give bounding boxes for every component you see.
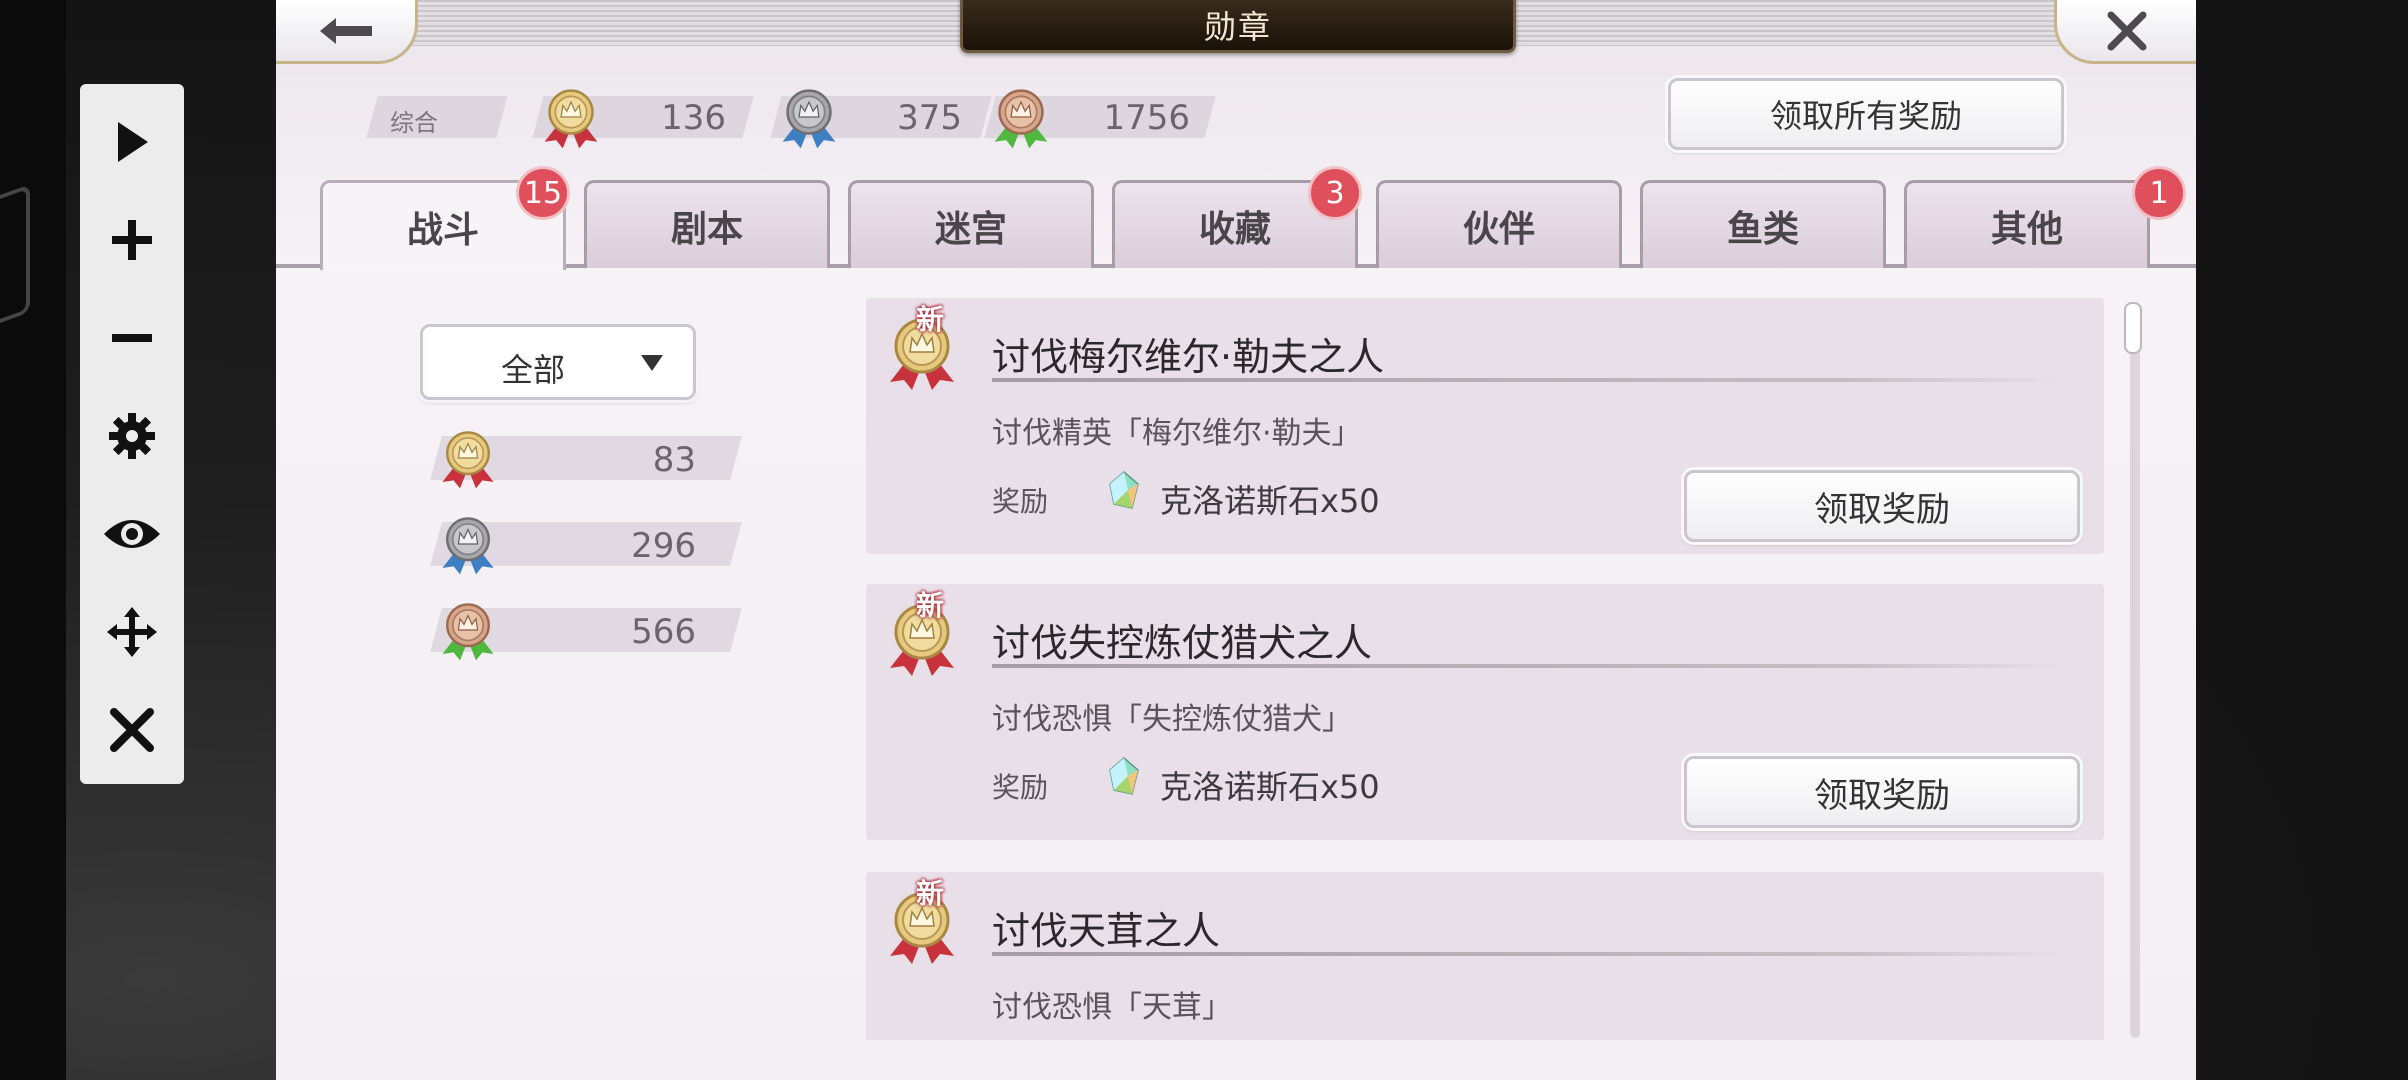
medal-list[interactable]: 新 讨伐梅尔维尔·勒夫之人 讨伐精英「梅尔维尔·勒夫」 奖励 克洛诺斯石x50 … — [856, 292, 2136, 1040]
new-tag: 新 — [916, 303, 945, 336]
caret-down-icon — [641, 355, 663, 371]
overlay-toolbar — [80, 84, 184, 784]
gold-medal-icon — [436, 426, 500, 490]
bronze-medal-icon — [436, 598, 500, 662]
tab-story[interactable]: 剧本 — [584, 180, 830, 268]
reward-text: 克洛诺斯石x50 — [1160, 768, 1380, 806]
filter-selected: 全部 — [500, 351, 565, 389]
reward-text: 克洛诺斯石x50 — [1160, 482, 1380, 520]
view-button[interactable] — [80, 494, 184, 574]
reward-label: 奖励 — [992, 771, 1049, 804]
page-title: 勋章 — [1203, 8, 1272, 46]
medal-description: 讨伐恐惧「天茸」 — [992, 990, 1232, 1025]
edge-decoration — [0, 184, 30, 334]
gear-icon — [109, 413, 155, 459]
scrollbar-thumb[interactable] — [2124, 302, 2142, 354]
close-button[interactable] — [2054, 0, 2196, 64]
summary-label: 综合 — [390, 109, 438, 137]
tab-collection-badge: 3 — [1308, 166, 1362, 220]
gold-medal-icon — [538, 84, 604, 150]
reward-label: 奖励 — [992, 485, 1049, 518]
medal-description: 讨伐恐惧「失控炼仗猎犬」 — [992, 702, 1352, 737]
summary-bronze-count: 1756 — [1103, 98, 1190, 138]
move-icon — [107, 607, 157, 657]
settings-button[interactable] — [80, 396, 184, 476]
new-tag: 新 — [916, 589, 945, 622]
claim-all-button[interactable]: 领取所有奖励 — [1668, 78, 2064, 150]
title-plate: 勋章 — [960, 0, 1516, 53]
screen-edge — [0, 0, 66, 1080]
medal-screen: 勋章 综合 136 375 1756 领取所有奖励 战斗 剧本 迷宫 收藏 伙伴… — [276, 0, 2196, 1080]
chronos-stone-icon — [1104, 470, 1144, 510]
medal-card: 新 讨伐天茸之人 讨伐恐惧「天茸」 — [866, 872, 2104, 1040]
new-tag: 新 — [916, 877, 945, 910]
claim-reward-button[interactable]: 领取奖励 — [1684, 470, 2080, 542]
summary-silver-count: 375 — [897, 98, 962, 138]
play-icon — [118, 122, 148, 162]
tab-battle-badge: 15 — [516, 166, 570, 220]
bronze-count: 566 — [631, 612, 696, 652]
silver-count: 296 — [631, 526, 696, 566]
medal-title: 讨伐天茸之人 — [992, 909, 1221, 953]
title-divider — [992, 378, 2062, 382]
gold-count: 83 — [652, 440, 696, 480]
tab-labyrinth[interactable]: 迷宫 — [848, 180, 1094, 268]
plus-icon — [112, 220, 152, 260]
tab-other-badge: 1 — [2132, 166, 2186, 220]
close-overlay-button[interactable] — [80, 690, 184, 770]
silver-medal-icon — [776, 84, 842, 150]
medal-title: 讨伐失控炼仗猎犬之人 — [992, 621, 1373, 665]
arrow-left-icon — [319, 17, 372, 44]
title-divider — [992, 664, 2062, 668]
claim-reward-button[interactable]: 领取奖励 — [1684, 756, 2080, 828]
close-icon — [110, 708, 154, 752]
medal-card: 新 讨伐梅尔维尔·勒夫之人 讨伐精英「梅尔维尔·勒夫」 奖励 克洛诺斯石x50 … — [866, 298, 2104, 554]
zoom-out-button[interactable] — [80, 298, 184, 378]
tab-other[interactable]: 其他 — [1904, 180, 2150, 268]
filter-dropdown[interactable]: 全部 — [420, 324, 696, 400]
summary-gold-count: 136 — [661, 98, 726, 138]
medal-description: 讨伐精英「梅尔维尔·勒夫」 — [992, 416, 1362, 451]
minus-icon — [112, 334, 152, 342]
back-button[interactable] — [276, 0, 418, 64]
move-button[interactable] — [80, 592, 184, 672]
close-icon — [2107, 11, 2146, 50]
title-divider — [992, 952, 2062, 956]
medal-title: 讨伐梅尔维尔·勒夫之人 — [992, 335, 1385, 379]
eye-icon — [104, 520, 160, 548]
silver-medal-icon — [436, 512, 500, 576]
play-button[interactable] — [80, 102, 184, 182]
bronze-medal-icon — [988, 84, 1054, 150]
zoom-in-button[interactable] — [80, 200, 184, 280]
chronos-stone-icon — [1104, 756, 1144, 796]
tab-fish[interactable]: 鱼类 — [1640, 180, 1886, 268]
medal-card: 新 讨伐失控炼仗猎犬之人 讨伐恐惧「失控炼仗猎犬」 奖励 克洛诺斯石x50 领取… — [866, 584, 2104, 840]
tab-companion[interactable]: 伙伴 — [1376, 180, 1622, 268]
scrollbar-track[interactable] — [2130, 302, 2140, 1038]
